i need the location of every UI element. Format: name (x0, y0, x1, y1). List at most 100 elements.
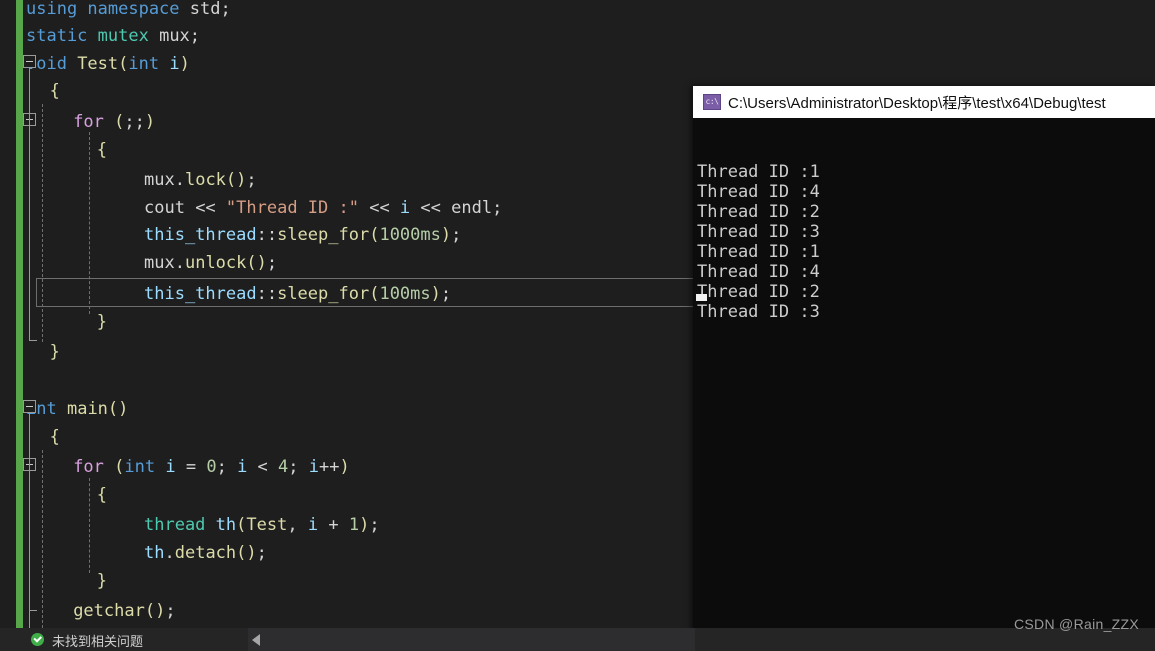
console-output-line: Thread ID :3 (697, 302, 820, 322)
console-app-icon-label: c:\ (705, 97, 719, 106)
console-output-line: Thread ID :1 (697, 242, 820, 262)
console-output-line: Thread ID :4 (697, 262, 820, 282)
code-token: ; (451, 225, 462, 245)
console-app-icon: c:\ (703, 94, 721, 110)
console-output[interactable]: Thread ID :1 Thread ID :4 Thread ID :2 Thre… (693, 118, 1155, 362)
status-bar-left-section: 未找到相关问题 (0, 628, 248, 651)
collapse-region-icon[interactable] (23, 400, 36, 413)
code-token: i (399, 198, 411, 218)
code-token: int (128, 54, 160, 74)
collapse-region-icon[interactable] (23, 55, 36, 68)
code-token: << (358, 198, 400, 218)
code-token: ;; (124, 112, 145, 132)
code-token: th (144, 543, 165, 563)
code-token: 100ms (379, 284, 431, 304)
code-token: . (164, 543, 175, 563)
code-token: getchar (73, 601, 145, 621)
code-token: ; (220, 0, 231, 19)
code-token: << (184, 198, 226, 218)
code-token: 1000ms (379, 225, 441, 245)
code-token: mux (144, 253, 175, 273)
code-token: ; (246, 170, 257, 190)
code-token: sleep_for (277, 225, 370, 245)
code-token: lock (184, 170, 226, 190)
code-token: for (73, 457, 104, 477)
indent-guide (89, 478, 90, 573)
indent-guide (42, 104, 43, 342)
code-token: ++ (319, 457, 340, 477)
code-token: ( (236, 515, 247, 535)
console-output-line: Thread ID :3 (697, 222, 820, 242)
code-line: this_thread::sleep_for(100ms); (0, 281, 451, 308)
code-token: mux (144, 170, 175, 190)
code-line: mux.lock(); (0, 167, 257, 194)
code-line: getchar(); (0, 598, 175, 625)
console-title-text: C:\Users\Administrator\Desktop\程序\test\x… (728, 94, 1106, 112)
code-token: mux (148, 26, 190, 46)
code-token: ) (144, 112, 156, 132)
fold-region-end-tick (29, 340, 37, 341)
code-token: ; (216, 457, 238, 477)
code-token: i (308, 457, 320, 477)
code-line: int main() (0, 396, 128, 423)
code-token: ( (114, 457, 125, 477)
code-token: th (215, 515, 237, 535)
fold-region-end-tick (29, 610, 37, 611)
code-token: :: (256, 225, 278, 245)
code-token: Test (246, 515, 288, 535)
code-token: + (318, 515, 349, 535)
code-token: = (185, 457, 207, 477)
code-token: } (96, 312, 108, 332)
console-output-line: Thread ID :1 (697, 162, 820, 182)
code-token: { (96, 140, 108, 160)
code-token: Test (77, 54, 119, 74)
code-token: ) (440, 225, 452, 245)
code-token: unlock (184, 253, 247, 273)
code-token: } (96, 571, 108, 591)
code-line: { (0, 482, 107, 509)
code-token: 0 (206, 457, 217, 477)
code-line: for (int i = 0; i < 4; i++) (0, 454, 350, 481)
code-line: { (0, 137, 107, 164)
code-token: . (174, 253, 185, 273)
code-token: ; (369, 515, 380, 535)
code-token: << (410, 198, 452, 218)
code-token: this_thread (144, 225, 257, 245)
code-token: ; (256, 543, 267, 563)
console-cursor (696, 294, 707, 301)
console-titlebar[interactable]: c:\ C:\Users\Administrator\Desktop\程序\te… (693, 86, 1155, 118)
watermark-label: CSDN @Rain_ZZX (1014, 616, 1139, 632)
code-token: 4 (278, 457, 289, 477)
code-token: i (155, 457, 186, 477)
code-token: () (144, 601, 166, 621)
indent-guide (42, 450, 43, 628)
code-token: "Thread ID :" (225, 198, 359, 218)
code-token: mutex (97, 26, 149, 46)
scroll-left-arrow-icon[interactable] (252, 634, 260, 646)
code-line: } (0, 568, 107, 595)
code-token: () (225, 170, 247, 190)
fold-region-line (29, 68, 30, 340)
code-line: cout << "Thread ID :" << i << endl; (0, 195, 502, 222)
code-token: ; (492, 198, 503, 218)
code-token: for (73, 112, 104, 132)
indent-guide (89, 132, 90, 314)
code-token: ) (339, 457, 350, 477)
fold-region-line (29, 413, 30, 628)
horizontal-scrollbar[interactable] (248, 628, 695, 651)
code-token: () (236, 543, 257, 563)
code-token: () (107, 399, 129, 419)
code-token: ; (288, 457, 309, 477)
console-window[interactable]: c:\ C:\Users\Administrator\Desktop\程序\te… (693, 86, 1155, 651)
console-output-line: Thread ID :4 (697, 182, 820, 202)
code-line: } (0, 309, 107, 336)
code-token: ) (179, 54, 190, 74)
code-token: i (307, 515, 319, 535)
code-token: () (246, 253, 267, 273)
code-token: , (287, 515, 308, 535)
console-output-line: Thread ID :2 (697, 202, 820, 222)
code-token: using namespace (26, 0, 190, 19)
code-line: } (0, 339, 60, 366)
code-token: { (49, 427, 60, 447)
code-token: i (159, 54, 180, 74)
